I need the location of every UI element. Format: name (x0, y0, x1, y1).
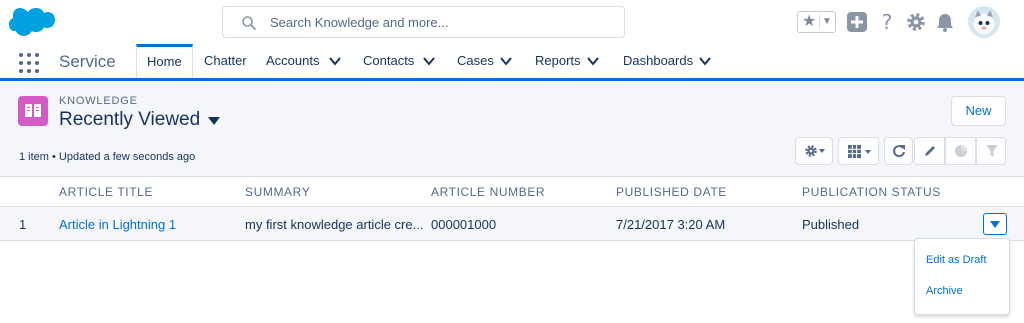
tab-label: Cases (457, 53, 494, 68)
tab-label: Chatter (204, 53, 247, 68)
chevron-down-icon[interactable]: ▼ (822, 13, 832, 31)
pencil-icon (925, 146, 935, 156)
table-icon (848, 145, 871, 158)
object-label: KNOWLEDGE (59, 95, 138, 107)
row-actions-menu: Edit as Draft Archive (914, 238, 1010, 315)
pie-chart-icon (955, 145, 967, 157)
edit-list-button[interactable] (914, 137, 945, 165)
app-nav-bar: Service Home Chatter Accounts Contacts C… (0, 44, 1024, 81)
menu-item-edit-as-draft[interactable]: Edit as Draft (926, 254, 987, 267)
refresh-icon (893, 145, 905, 158)
tab-reports[interactable]: Reports (535, 44, 603, 78)
chevron-down-icon[interactable] (587, 56, 599, 66)
app-name: Service (59, 52, 116, 71)
article-number: 000001000 (431, 217, 497, 232)
chevron-down-icon[interactable] (500, 56, 512, 66)
global-search-input[interactable]: Search Knowledge and more... (222, 6, 625, 38)
gear-icon[interactable] (905, 11, 927, 33)
search-icon (242, 16, 256, 30)
chevron-down-icon[interactable] (699, 56, 711, 66)
chevron-down-icon[interactable] (423, 56, 435, 66)
tab-cases[interactable]: Cases (457, 44, 515, 78)
chevron-down-icon[interactable] (329, 56, 341, 66)
search-placeholder: Search Knowledge and more... (270, 15, 449, 30)
chevron-down-icon (990, 221, 1000, 228)
list-view-title[interactable]: Recently Viewed (59, 109, 200, 131)
tab-label: Contacts (363, 53, 415, 68)
tab-contacts[interactable]: Contacts (363, 44, 439, 78)
star-icon: ★ (802, 13, 817, 30)
tab-label: Accounts (266, 53, 320, 68)
plus-icon[interactable] (846, 11, 868, 33)
display-as-button[interactable] (838, 137, 879, 165)
tab-accounts[interactable]: Accounts (266, 44, 346, 78)
table-row: 1 Article in Lightning 1 my first knowle… (0, 207, 1024, 241)
article-summary: my first knowledge article cre... (245, 217, 424, 232)
svg-text:?: ? (882, 11, 893, 33)
new-button[interactable]: New (951, 96, 1006, 126)
charts-button[interactable] (945, 137, 976, 165)
bell-icon[interactable] (934, 11, 956, 33)
favorites-divider (819, 15, 820, 29)
column-header[interactable]: ARTICLE NUMBER (431, 185, 545, 199)
column-header[interactable]: PUBLICATION STATUS (802, 185, 941, 199)
list-settings-button[interactable] (795, 137, 833, 165)
menu-item-archive[interactable]: Archive (926, 285, 963, 298)
filter-icon (986, 145, 998, 157)
article-title-link[interactable]: Article in Lightning 1 (59, 217, 176, 232)
refresh-button[interactable] (884, 137, 913, 165)
row-actions-button[interactable] (983, 213, 1007, 235)
published-date: 7/21/2017 3:20 AM (616, 217, 726, 232)
table-header: ARTICLE TITLE SUMMARY ARTICLE NUMBER PUB… (0, 176, 1024, 207)
tab-dashboards[interactable]: Dashboards (623, 44, 715, 78)
column-header[interactable]: SUMMARY (245, 185, 310, 199)
column-header[interactable]: ARTICLE TITLE (59, 185, 153, 199)
tab-chatter[interactable]: Chatter (204, 44, 256, 78)
list-view-picker-icon[interactable] (208, 117, 220, 125)
tab-label: Home (147, 54, 182, 69)
filter-button[interactable] (976, 137, 1006, 165)
help-icon[interactable]: ? (876, 11, 898, 33)
list-view-header: KNOWLEDGE Recently Viewed 1 item • Updat… (0, 84, 1024, 176)
column-header[interactable]: PUBLISHED DATE (616, 185, 727, 199)
tab-label: Reports (535, 53, 581, 68)
app-launcher-icon[interactable] (19, 53, 39, 73)
row-number: 1 (19, 217, 27, 232)
knowledge-icon (18, 96, 48, 126)
list-view-meta: 1 item • Updated a few seconds ago (19, 151, 196, 163)
salesforce-logo[interactable] (9, 6, 55, 38)
publication-status: Published (802, 217, 860, 232)
avatar[interactable] (968, 6, 1000, 38)
favorites-button[interactable]: ★ ▼ (797, 11, 836, 33)
tab-label: Dashboards (623, 53, 694, 68)
gear-icon (805, 145, 825, 157)
tab-home[interactable]: Home (136, 44, 193, 78)
global-header: Search Knowledge and more... ★ ▼ ? (0, 0, 1024, 44)
